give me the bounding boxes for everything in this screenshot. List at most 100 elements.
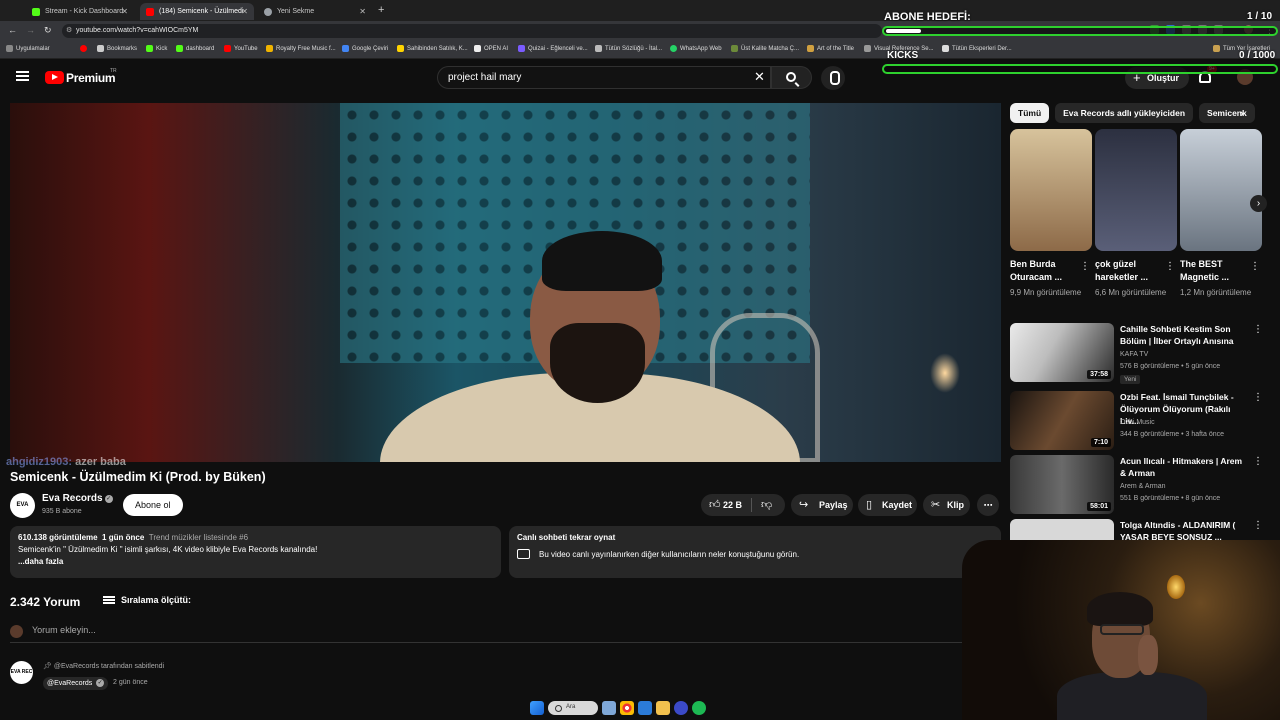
bookmark-item[interactable] bbox=[80, 45, 87, 52]
short-item[interactable]: Ben Burda Oturacam ... 9,9 Mn görüntülem… bbox=[1010, 129, 1092, 299]
related-video[interactable]: 37:58 Cahille Sohbeti Kestim Son Bölüm |… bbox=[1010, 323, 1265, 384]
new-tab-button[interactable]: + bbox=[378, 4, 384, 16]
tab-kick-dashboard[interactable]: Stream - Kick Dashboard ✕ bbox=[26, 3, 134, 20]
video-thumbnail[interactable]: 37:58 bbox=[1010, 323, 1114, 382]
related-video-title[interactable]: Acun Ilıcalı - Hitmakers | Arem & Arman bbox=[1120, 455, 1250, 479]
kicks-goal-title: KICKS bbox=[887, 50, 919, 61]
video-thumbnail[interactable]: 58:01 bbox=[1010, 455, 1114, 514]
bookmark-item[interactable]: Bookmarks bbox=[97, 45, 137, 52]
bookmark-item[interactable]: Tütün Eksperleri Der... bbox=[942, 45, 1012, 52]
youtube-premium-logo[interactable]: Premium bbox=[66, 71, 116, 85]
description-box[interactable]: 610.138 görüntüleme 1 gün önce Trend müz… bbox=[10, 526, 501, 578]
discord-icon[interactable] bbox=[674, 701, 688, 715]
bookmark-item[interactable]: Art of the Title bbox=[807, 45, 854, 52]
save-button[interactable]: ▯ Kaydet bbox=[858, 494, 917, 516]
like-count[interactable]: 22 B bbox=[723, 494, 742, 516]
short-item[interactable]: The BEST Magnetic ... 1,2 Mn görüntüleme… bbox=[1180, 129, 1262, 299]
related-video-title[interactable]: Tolga Altındis - ALDANIRIM ( YAŞAR BEYE … bbox=[1120, 519, 1250, 541]
add-comment-input[interactable]: Yorum ekleyin... bbox=[10, 625, 962, 643]
commenter-avatar[interactable]: EVA REC bbox=[10, 661, 33, 684]
spotify-icon[interactable] bbox=[692, 701, 706, 715]
back-icon[interactable]: ← bbox=[8, 25, 17, 35]
more-dots-icon[interactable]: ⋮ bbox=[1253, 392, 1263, 403]
site-info-icon[interactable]: ⚙ bbox=[66, 26, 72, 34]
bookmark-item[interactable]: Royalty Free Music f... bbox=[266, 45, 336, 52]
chevron-right-icon[interactable]: › bbox=[1250, 195, 1267, 212]
chrome-icon[interactable] bbox=[620, 701, 634, 715]
tab-new-tab[interactable]: Yeni Sekme ✕ bbox=[258, 3, 372, 20]
bookmark-item[interactable]: Quizai - Eğlenceli ve... bbox=[518, 45, 588, 52]
related-video[interactable]: Tolga Altındis - ALDANIRIM ( YAŞAR BEYE … bbox=[1010, 519, 1265, 541]
bookmark-item[interactable]: Uygulamalar bbox=[6, 45, 50, 52]
url-input[interactable]: ⚙ youtube.com/watch?v=cahWIOCm5YM bbox=[62, 24, 882, 38]
verified-check-icon: ✓ bbox=[104, 495, 113, 503]
thumbs-down-icon[interactable]: 👎︎ bbox=[761, 494, 772, 516]
chip-all[interactable]: Tümü bbox=[1010, 103, 1050, 123]
chevron-right-icon[interactable]: › bbox=[1240, 108, 1244, 120]
channel-name[interactable]: Eva Records ✓ bbox=[42, 493, 113, 504]
file-explorer-icon[interactable] bbox=[656, 701, 670, 715]
app-icon[interactable] bbox=[638, 701, 652, 715]
related-video[interactable]: 7:10 Ozbi Feat. İsmail Tunçbilek - Ölüyo… bbox=[1010, 391, 1265, 451]
bookmark-item[interactable]: dashboard bbox=[176, 45, 214, 52]
more-dots-icon[interactable]: ⋮ bbox=[1165, 261, 1175, 272]
related-video-channel[interactable]: Arem & Arman bbox=[1120, 483, 1166, 490]
close-icon[interactable]: ✕ bbox=[121, 7, 128, 16]
task-view-icon[interactable] bbox=[602, 701, 616, 715]
bookmark-item[interactable]: Kick bbox=[146, 45, 167, 52]
short-title[interactable]: çok güzel hareketler ... bbox=[1095, 258, 1163, 284]
short-thumbnail[interactable] bbox=[1095, 129, 1177, 251]
search-input[interactable]: project hail mary bbox=[437, 66, 771, 89]
bookmark-item[interactable]: OPEN AI bbox=[474, 45, 508, 52]
youtube-logo-icon[interactable] bbox=[45, 71, 64, 84]
short-item[interactable]: çok güzel hareketler ... 6,6 Mn görüntül… bbox=[1095, 129, 1177, 299]
webcam-lantern bbox=[1167, 575, 1185, 599]
like-dislike-group: 👍︎ 22 B 👎︎ bbox=[701, 494, 785, 516]
related-video-channel[interactable]: KAFA TV bbox=[1120, 351, 1148, 358]
more-dots-icon[interactable]: ⋮ bbox=[1080, 261, 1090, 272]
channel-avatar[interactable]: EVA REC bbox=[10, 493, 35, 533]
windows-start-icon[interactable] bbox=[530, 701, 544, 715]
short-thumbnail[interactable] bbox=[1180, 129, 1262, 251]
related-video-channel[interactable]: Ozbi Music bbox=[1120, 419, 1155, 426]
bookmark-item[interactable]: YouTube bbox=[224, 45, 258, 52]
clear-search-icon[interactable]: ✕ bbox=[754, 69, 765, 85]
more-dots-icon[interactable]: ⋮ bbox=[1253, 324, 1263, 335]
description-meta: 610.138 görüntüleme 1 gün önce Trend müz… bbox=[18, 533, 249, 542]
more-dots-icon[interactable]: ⋮ bbox=[1250, 261, 1260, 272]
hamburger-menu-icon[interactable] bbox=[16, 71, 29, 81]
bookmark-item[interactable]: Sahibinden Satılık, K... bbox=[397, 45, 468, 52]
tab-youtube-video[interactable]: (184) Semicenk - Üzülmedi ✕ bbox=[140, 3, 254, 20]
bookmark-item[interactable]: Üst Kalite Matcha Ç... bbox=[731, 45, 799, 52]
show-more-link[interactable]: ...daha fazla bbox=[18, 557, 493, 566]
short-title[interactable]: Ben Burda Oturacam ... bbox=[1010, 258, 1078, 284]
voice-search-icon[interactable] bbox=[821, 66, 845, 90]
video-thumbnail[interactable]: 7:10 bbox=[1010, 391, 1114, 450]
subscribe-button[interactable]: Abone ol bbox=[123, 494, 183, 516]
search-button[interactable] bbox=[771, 66, 812, 89]
close-icon[interactable]: ✕ bbox=[241, 7, 248, 16]
video-player[interactable] bbox=[10, 103, 1001, 462]
reload-icon[interactable]: ↻ bbox=[44, 25, 52, 36]
video-thumbnail[interactable] bbox=[1010, 519, 1114, 541]
commenter-handle[interactable]: @EvaRecords ✓ bbox=[43, 677, 109, 690]
related-video[interactable]: 58:01 Acun Ilıcalı - Hitmakers | Arem & … bbox=[1010, 455, 1265, 515]
forward-icon[interactable]: → bbox=[26, 25, 35, 35]
bookmark-item[interactable]: Google Çeviri bbox=[342, 45, 388, 52]
taskbar-search[interactable]: Ara bbox=[548, 701, 598, 715]
bookmark-item[interactable]: Tütün Sözlüğü - İtal... bbox=[595, 45, 662, 52]
more-dots-icon[interactable]: ⋮ bbox=[1253, 520, 1263, 531]
chip-semicenk[interactable]: Semicenk bbox=[1199, 103, 1255, 123]
short-thumbnail[interactable] bbox=[1010, 129, 1092, 251]
close-icon[interactable]: ✕ bbox=[359, 7, 366, 16]
related-video-title[interactable]: Cahille Sohbeti Kestim Son Bölüm | İlber… bbox=[1120, 323, 1250, 347]
short-title[interactable]: The BEST Magnetic ... bbox=[1180, 258, 1248, 284]
bookmark-item[interactable]: WhatsApp Web bbox=[670, 45, 722, 52]
more-dots-icon[interactable]: ⋮ bbox=[1253, 456, 1263, 467]
clip-button[interactable]: ✂ Klip bbox=[923, 494, 970, 516]
thumbs-up-icon[interactable]: 👍︎ bbox=[709, 494, 721, 516]
share-button[interactable]: ↪ Paylaş bbox=[791, 494, 853, 516]
sort-comments-button[interactable]: Sıralama ölçütü: bbox=[103, 595, 191, 605]
chip-from-uploader[interactable]: Eva Records adlı yükleyiciden bbox=[1055, 103, 1194, 123]
more-actions-button[interactable]: ⋯ bbox=[977, 494, 999, 516]
